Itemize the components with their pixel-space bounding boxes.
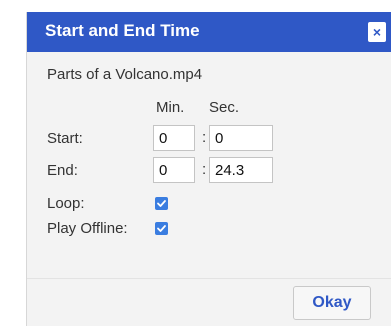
okay-button[interactable]: Okay	[293, 286, 371, 320]
end-time-separator: :	[202, 161, 207, 178]
end-minutes-input[interactable]	[153, 157, 195, 183]
loop-checkbox[interactable]	[155, 197, 168, 210]
start-minutes-input[interactable]	[153, 125, 195, 151]
end-seconds-input[interactable]	[209, 157, 273, 183]
play-offline-label: Play Offline:	[47, 220, 128, 237]
dialog-titlebar: Start and End Time ×	[27, 12, 391, 52]
start-seconds-input[interactable]	[209, 125, 273, 151]
end-label: End:	[47, 162, 78, 179]
seconds-column-header: Sec.	[209, 99, 240, 116]
file-name: Parts of a Volcano.mp4	[47, 66, 203, 83]
footer-divider	[27, 278, 391, 279]
checkmark-icon	[157, 200, 166, 207]
close-icon[interactable]: ×	[368, 22, 386, 42]
minutes-column-header: Min.	[156, 99, 185, 116]
start-end-time-dialog: Start and End Time × Parts of a Volcano.…	[26, 12, 391, 326]
start-label: Start:	[47, 130, 83, 147]
dialog-title: Start and End Time	[45, 21, 200, 40]
start-time-separator: :	[202, 129, 207, 146]
play-offline-checkbox[interactable]	[155, 222, 168, 235]
checkmark-icon	[157, 225, 166, 232]
loop-label: Loop:	[47, 195, 85, 212]
